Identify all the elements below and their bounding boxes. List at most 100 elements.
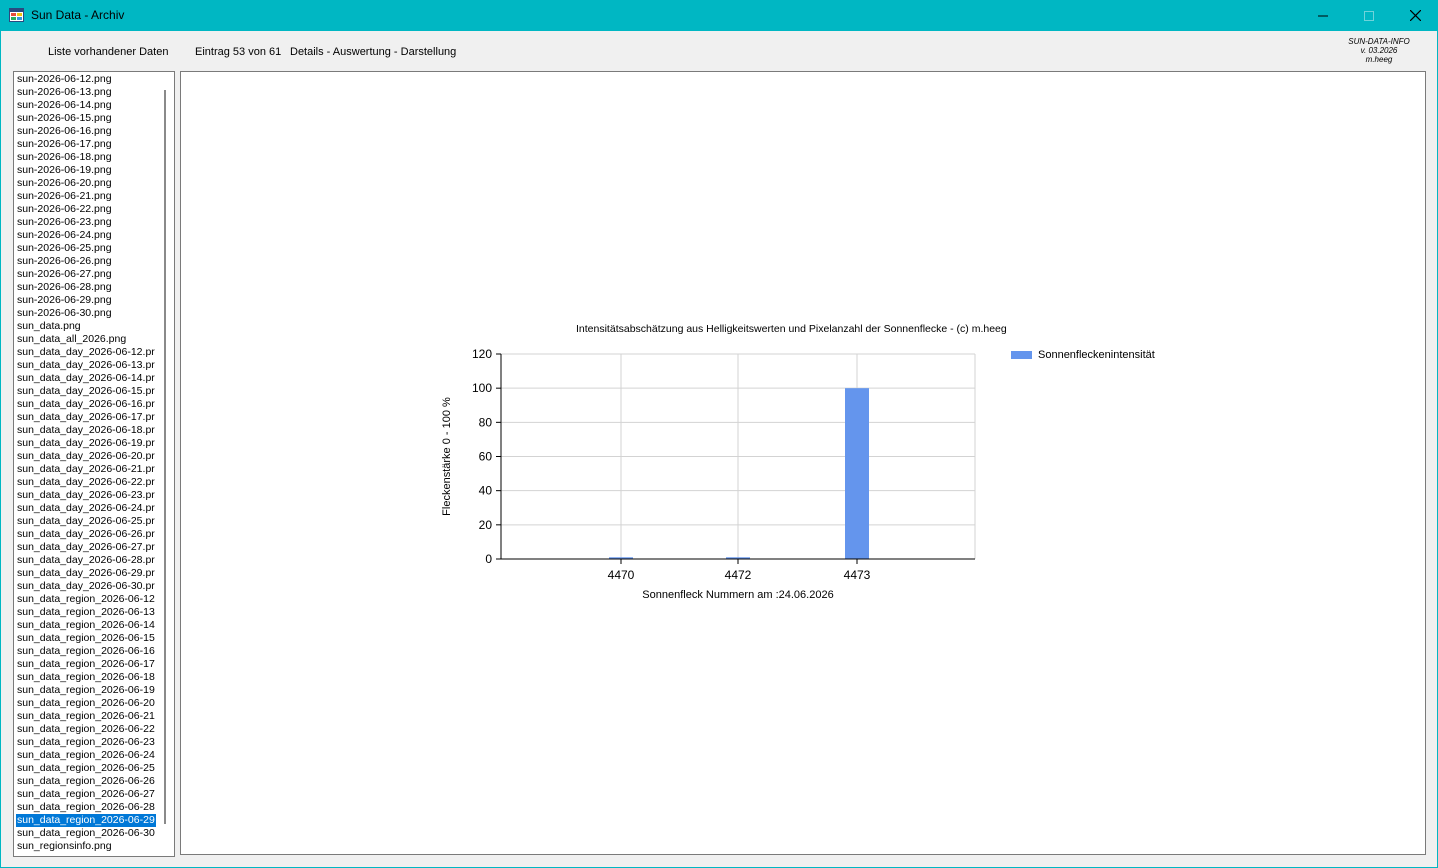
list-item[interactable]: sun-2026-06-30.png <box>16 307 156 320</box>
info-line-3: m.heeg <box>1365 55 1393 64</box>
x-tick-label: 4470 <box>608 568 635 582</box>
list-item[interactable]: sun-2026-06-16.png <box>16 125 156 138</box>
list-item[interactable]: sun-2026-06-22.png <box>16 203 156 216</box>
list-item[interactable]: sun-2026-06-26.png <box>16 255 156 268</box>
list-label: Liste vorhandener Daten <box>48 46 169 58</box>
list-item[interactable]: sun-2026-06-24.png <box>16 229 156 242</box>
y-tick-label: 20 <box>479 518 493 532</box>
list-item[interactable]: sun-2026-06-21.png <box>16 190 156 203</box>
app-window: Sun Data - Archiv Liste vorhandener Date… <box>0 0 1438 868</box>
maximize-icon <box>1364 10 1374 21</box>
list-item[interactable]: sun_data_region_2026-06-12 <box>16 593 156 606</box>
list-item[interactable]: sun_data_day_2026-06-18.pr <box>16 424 156 437</box>
bar <box>845 388 869 559</box>
legend-label: Sonnenfleckenintensität <box>1038 349 1155 361</box>
x-tick-label: 4473 <box>844 568 871 582</box>
x-tick-label: 4472 <box>725 568 752 582</box>
close-button[interactable] <box>1392 0 1438 31</box>
list-item[interactable]: sun_data_day_2026-06-19.pr <box>16 437 156 450</box>
list-item[interactable]: sun_data_day_2026-06-22.pr <box>16 476 156 489</box>
list-item[interactable]: sun-2026-06-14.png <box>16 99 156 112</box>
list-item[interactable]: sun-2026-06-20.png <box>16 177 156 190</box>
list-item[interactable]: sun-2026-06-23.png <box>16 216 156 229</box>
bar-chart: 0 20 40 60 80 100 120 4470 4472 4473 Sonnenfleck N… <box>441 347 976 601</box>
list-item[interactable]: sun_data_region_2026-06-15 <box>16 632 156 645</box>
y-tick-label: 100 <box>472 381 492 395</box>
list-item[interactable]: sun_data_region_2026-06-19 <box>16 684 156 697</box>
list-item[interactable]: sun_data_day_2026-06-14.pr <box>16 372 156 385</box>
list-item-selected[interactable]: sun_data_region_2026-06-29 <box>16 814 156 827</box>
list-item[interactable]: sun_data_region_2026-06-13 <box>16 606 156 619</box>
list-item[interactable]: sun-2026-06-13.png <box>16 86 156 99</box>
list-item[interactable]: sun_data_day_2026-06-27.pr <box>16 541 156 554</box>
list-item[interactable]: sun_data.png <box>16 320 156 333</box>
list-item[interactable]: sun_data_region_2026-06-22 <box>16 723 156 736</box>
list-item[interactable]: sun_data_day_2026-06-24.pr <box>16 502 156 515</box>
list-item[interactable]: sun-2026-06-17.png <box>16 138 156 151</box>
list-item[interactable]: sun-2026-06-12.png <box>16 73 156 86</box>
list-item[interactable]: sun_data_region_2026-06-21 <box>16 710 156 723</box>
list-item[interactable]: sun-2026-06-15.png <box>16 112 156 125</box>
list-item[interactable]: sun_data_region_2026-06-20 <box>16 697 156 710</box>
list-item[interactable]: sun-2026-06-19.png <box>16 164 156 177</box>
y-tick-label: 80 <box>479 415 493 429</box>
list-item[interactable]: sun-2026-06-29.png <box>16 294 156 307</box>
y-tick-label: 120 <box>472 347 492 361</box>
file-list-items: sun-2026-06-12.png sun-2026-06-13.png sun-… <box>16 73 156 853</box>
list-item[interactable]: sun_data_day_2026-06-13.pr <box>16 359 156 372</box>
list-item[interactable]: sun_data_region_2026-06-18 <box>16 671 156 684</box>
list-item[interactable]: sun_data_day_2026-06-20.pr <box>16 450 156 463</box>
list-item[interactable]: sun_regionsinfo.png <box>16 840 156 853</box>
list-item[interactable]: sun-2026-06-27.png <box>16 268 156 281</box>
details-label: Details - Auswertung - Darstellung <box>290 46 457 58</box>
list-item[interactable]: sun_data_region_2026-06-25 <box>16 762 156 775</box>
legend-swatch <box>1011 351 1032 359</box>
list-scrollbar[interactable] <box>157 72 174 856</box>
list-item[interactable]: sun_data_region_2026-06-14 <box>16 619 156 632</box>
list-item[interactable]: sun_data_all_2026.png <box>16 333 156 346</box>
list-item[interactable]: sun_data_region_2026-06-24 <box>16 749 156 762</box>
list-item[interactable]: sun_data_region_2026-06-28 <box>16 801 156 814</box>
y-tick-label: 0 <box>485 552 492 566</box>
list-item[interactable]: sun_data_day_2026-06-28.pr <box>16 554 156 567</box>
list-item[interactable]: sun-2026-06-25.png <box>16 242 156 255</box>
info-line-1: SUN-DATA-INFO <box>1348 37 1410 46</box>
list-item[interactable]: sun_data_region_2026-06-27 <box>16 788 156 801</box>
chart-legend: Sonnenfleckenintensität <box>1011 349 1155 361</box>
y-axis-title: Fleckenstärke 0 - 100 % <box>441 397 453 516</box>
scrollbar-thumb[interactable] <box>164 90 166 824</box>
list-item[interactable]: sun_data_region_2026-06-23 <box>16 736 156 749</box>
list-item[interactable]: sun_data_day_2026-06-17.pr <box>16 411 156 424</box>
window-title: Sun Data - Archiv <box>31 8 125 22</box>
list-item[interactable]: sun_data_day_2026-06-21.pr <box>16 463 156 476</box>
list-item[interactable]: sun_data_day_2026-06-23.pr <box>16 489 156 502</box>
list-item[interactable]: sun_data_day_2026-06-29.pr <box>16 567 156 580</box>
list-item[interactable]: sun_data_day_2026-06-12.pr <box>16 346 156 359</box>
minimize-icon <box>1318 15 1328 16</box>
file-listbox[interactable]: sun-2026-06-12.png sun-2026-06-13.png sun-… <box>13 71 175 857</box>
client-area: Liste vorhandener Daten Eintrag 53 von 6… <box>1 31 1437 867</box>
list-item[interactable]: sun_data_day_2026-06-26.pr <box>16 528 156 541</box>
version-info: SUN-DATA-INFO v. 03.2026 m.heeg <box>1339 37 1419 64</box>
list-item[interactable]: sun-2026-06-18.png <box>16 151 156 164</box>
list-item[interactable]: sun_data_day_2026-06-16.pr <box>16 398 156 411</box>
x-axis-title: Sonnenfleck Nummern am :24.06.2026 <box>642 589 833 601</box>
list-item[interactable]: sun_data_region_2026-06-30 <box>16 827 156 840</box>
y-tick-label: 60 <box>479 450 493 464</box>
list-item[interactable]: sun_data_region_2026-06-26 <box>16 775 156 788</box>
minimize-button[interactable] <box>1300 0 1346 31</box>
app-icon[interactable] <box>9 8 24 22</box>
list-item[interactable]: sun_data_region_2026-06-16 <box>16 645 156 658</box>
close-icon <box>1409 10 1421 21</box>
info-line-2: v. 03.2026 <box>1360 46 1398 55</box>
maximize-button[interactable] <box>1346 0 1392 31</box>
list-item[interactable]: sun_data_day_2026-06-25.pr <box>16 515 156 528</box>
list-item[interactable]: sun-2026-06-28.png <box>16 281 156 294</box>
list-item[interactable]: sun_data_region_2026-06-17 <box>16 658 156 671</box>
list-item[interactable]: sun_data_day_2026-06-30.pr <box>16 580 156 593</box>
y-tick-label: 40 <box>479 484 493 498</box>
chart-panel: Intensitätsabschätzung aus Helligkeitswe… <box>180 71 1426 855</box>
list-item[interactable]: sun_data_day_2026-06-15.pr <box>16 385 156 398</box>
title-bar[interactable]: Sun Data - Archiv <box>0 0 1438 31</box>
entry-counter: Eintrag 53 von 61 <box>195 46 282 58</box>
